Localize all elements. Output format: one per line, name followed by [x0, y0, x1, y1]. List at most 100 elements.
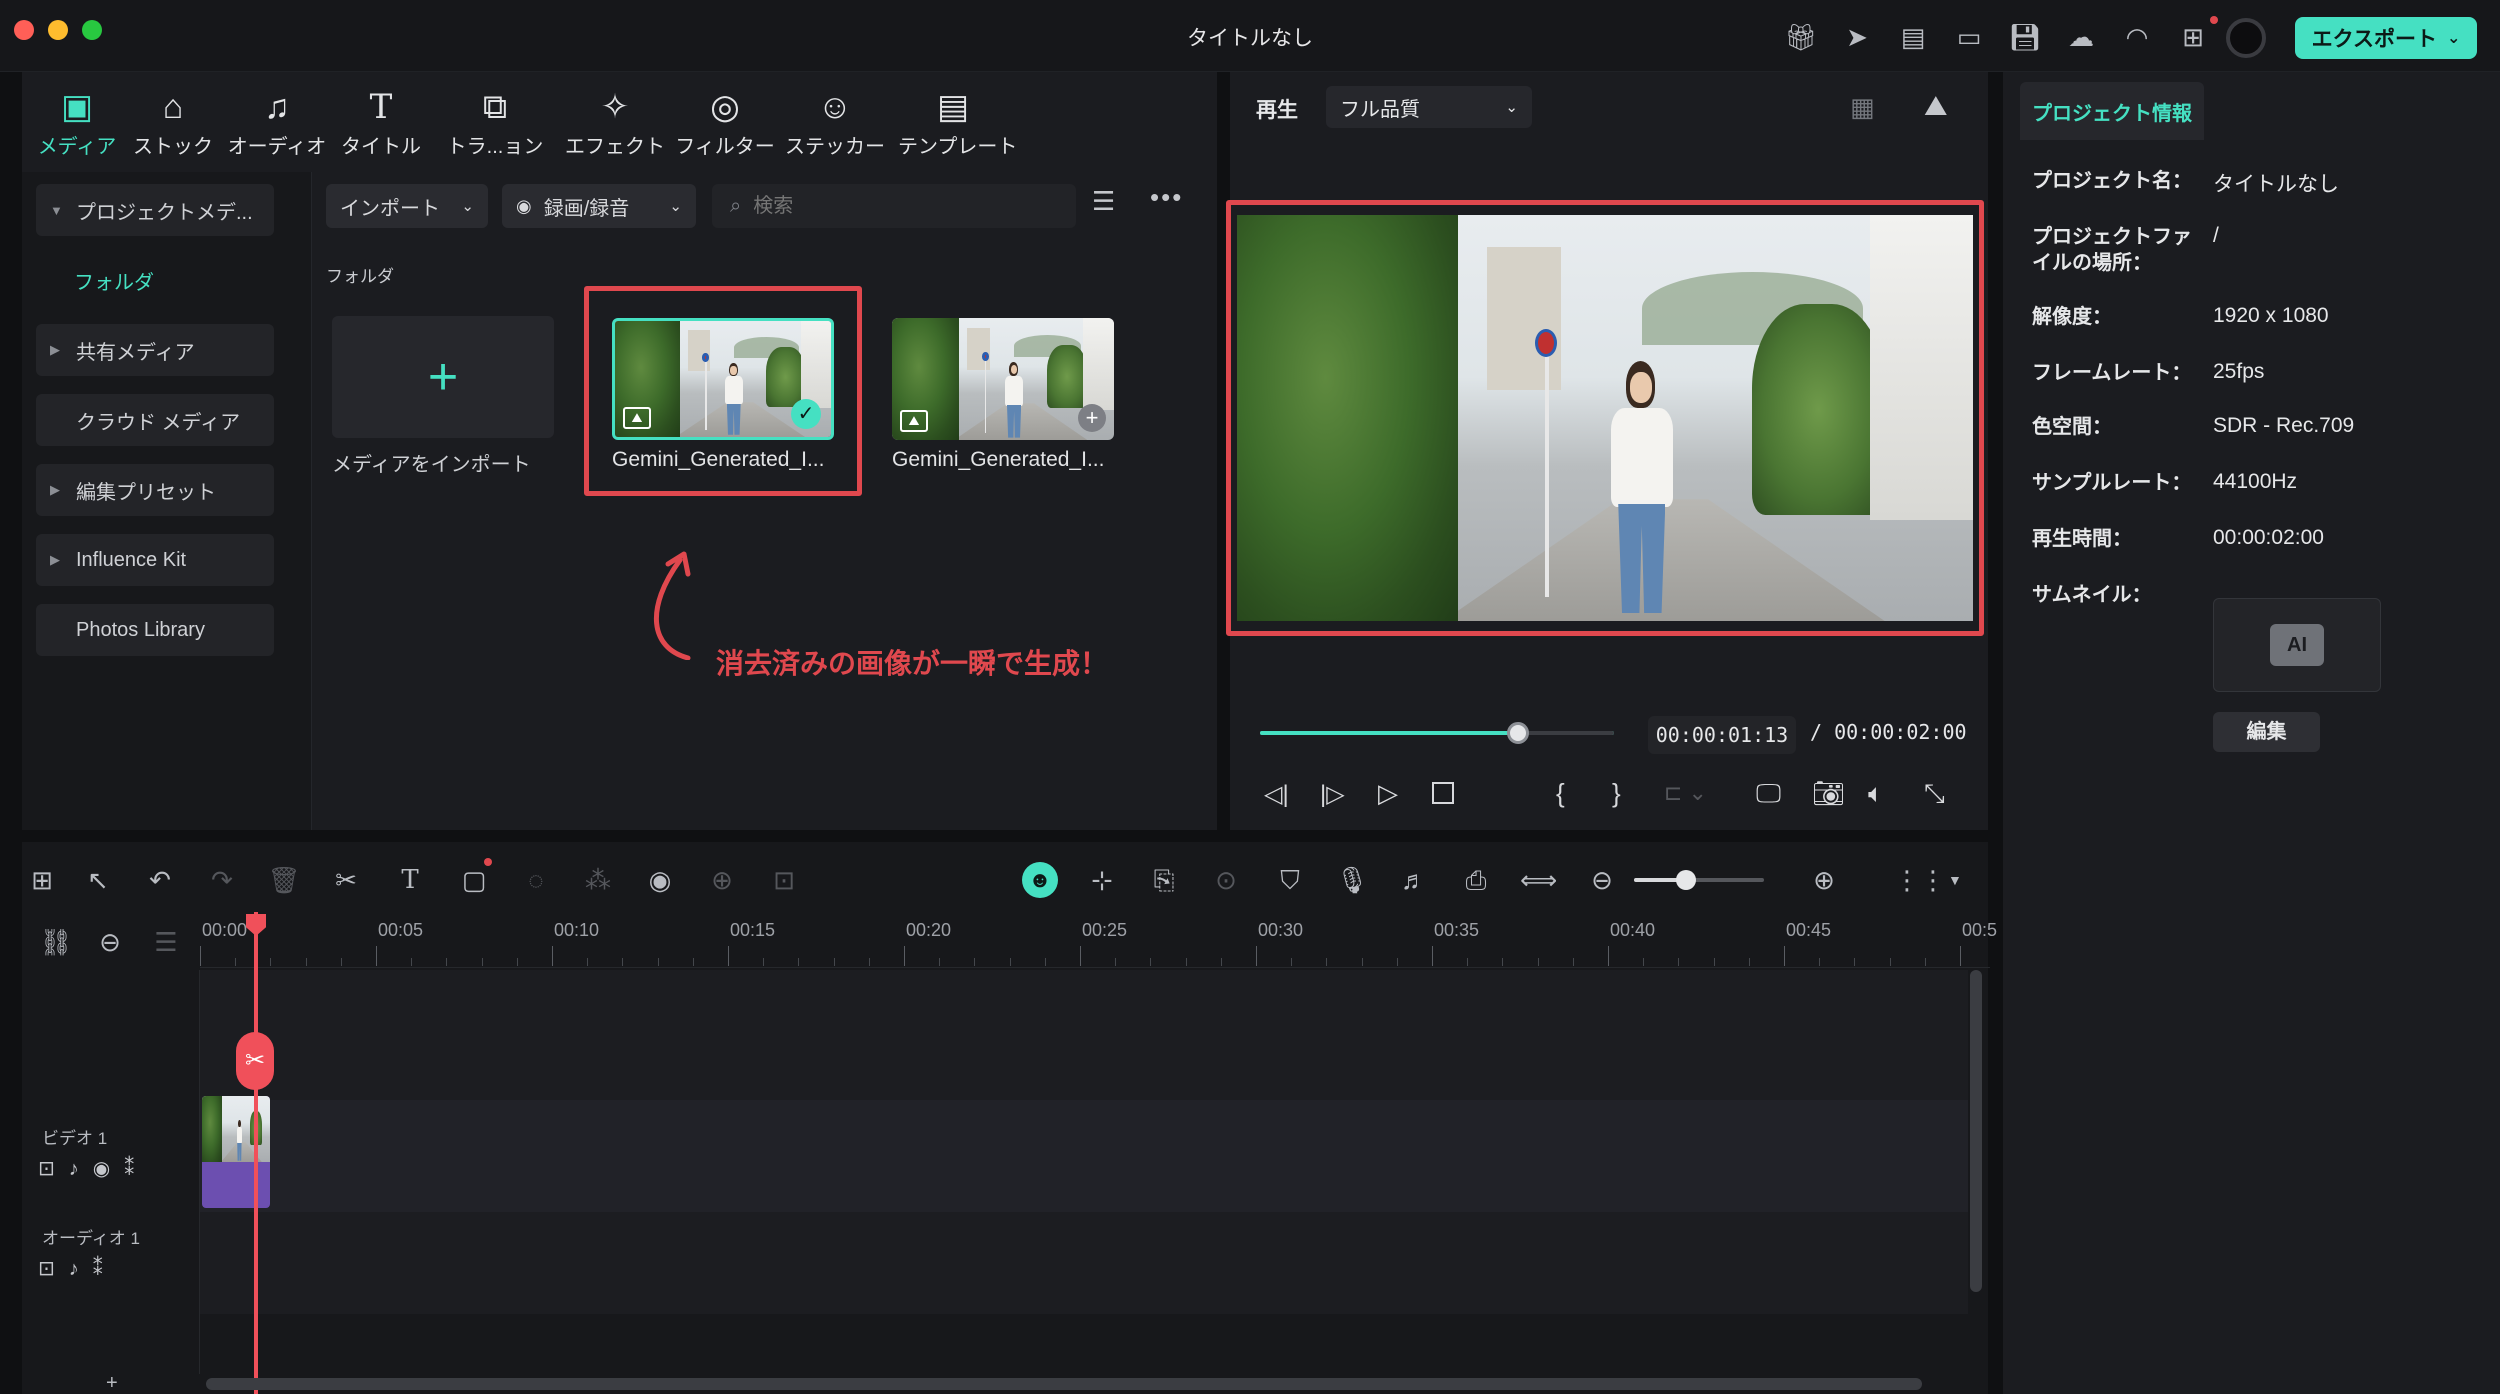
sidebar-item-cloud-media[interactable]: クラウド メディア	[36, 394, 274, 446]
search-input[interactable]	[753, 194, 1034, 218]
video-track-lane[interactable]	[200, 1100, 1968, 1212]
vertical-scrollbar[interactable]	[1970, 970, 1982, 1292]
play-icon[interactable]: ▷	[1378, 778, 1398, 809]
grid-view-icon[interactable]: ▦	[1850, 92, 1875, 123]
layout-grid-icon[interactable]: ⊞	[24, 862, 60, 898]
volume-icon[interactable]: ♪	[69, 1158, 93, 1180]
gift-icon[interactable]: 🎁︎	[1784, 20, 1818, 54]
volume-icon[interactable]: 🔈︎	[1868, 778, 1884, 810]
prev-frame-icon[interactable]: ◁|	[1264, 780, 1289, 809]
export-button[interactable]: エクスポート ⌄	[2295, 17, 2477, 59]
more-options-icon[interactable]: •••	[1150, 182, 1183, 213]
undo-icon[interactable]: ↶	[142, 862, 178, 898]
tab-sticker[interactable]: ☺ ステッカー	[780, 84, 890, 164]
avatar[interactable]	[2226, 18, 2266, 58]
mark-out-icon[interactable]: }	[1612, 778, 1621, 809]
add-track-button[interactable]: +	[106, 1372, 118, 1394]
ruler-tick-label: 00:30	[1258, 920, 1304, 940]
chain-icon[interactable]: ⊖	[92, 924, 128, 960]
media-thumbnail-selected[interactable]: ⛰ ✓	[612, 318, 834, 440]
zoom-window-button[interactable]	[82, 20, 102, 40]
filter-sort-icon[interactable]: ☰	[1092, 186, 1115, 217]
magic-icon[interactable]: ⁑	[93, 1258, 117, 1280]
lock-icon[interactable]: ⊡	[38, 1158, 69, 1180]
sidebar-item-photos-library[interactable]: Photos Library	[36, 604, 274, 656]
stop-icon[interactable]	[1432, 782, 1454, 804]
magic-icon[interactable]: ⁑	[124, 1158, 148, 1180]
lock-icon[interactable]: ⊡	[38, 1258, 69, 1280]
sidebar-item-influence-kit[interactable]: ▶ Influence Kit	[36, 534, 274, 586]
camera-icon[interactable]: 📷︎	[1812, 778, 1845, 809]
edit-thumbnail-button[interactable]: 編集	[2213, 712, 2320, 752]
minimize-window-button[interactable]	[48, 20, 68, 40]
tab-title[interactable]: T タイトル	[326, 84, 436, 164]
video-clip[interactable]	[202, 1096, 270, 1208]
display-icon[interactable]: 🖵︎	[1756, 778, 1781, 810]
media-library-icon[interactable]: ▤	[1896, 20, 1930, 54]
add-to-timeline-icon[interactable]: +	[1078, 404, 1106, 432]
headset-icon[interactable]: ◠	[2120, 20, 2154, 54]
preview-viewer[interactable]	[1226, 200, 1984, 636]
zoom-in-icon[interactable]: ⊕	[1806, 862, 1842, 898]
sidebar-item-shared-media[interactable]: ▶ 共有メディア	[36, 324, 274, 376]
playhead-line[interactable]	[254, 912, 258, 1394]
close-window-button[interactable]	[14, 20, 34, 40]
sidebar-item-project-media[interactable]: ▼ プロジェクトメデ...	[36, 184, 274, 236]
fit-icon[interactable]: ⟺	[1520, 862, 1557, 898]
eye-icon[interactable]: ◉	[93, 1158, 124, 1180]
screenshot-icon[interactable]: ⎘	[1146, 862, 1182, 898]
text-tool-icon[interactable]: T	[392, 862, 428, 898]
tab-stock[interactable]: ⌂ ストック	[118, 84, 228, 164]
cloud-upload-icon[interactable]: ☁	[2064, 20, 2098, 54]
ai-assistant-icon[interactable]: ☻	[1022, 862, 1058, 898]
media-thumbnail[interactable]: ⛰ +	[892, 318, 1114, 440]
music-list-icon[interactable]: ♬	[1396, 862, 1432, 898]
mark-in-icon[interactable]: {	[1556, 778, 1565, 809]
auto-reframe-icon[interactable]: ⊹	[1084, 862, 1120, 898]
tab-template[interactable]: ▤ テンプレート	[898, 84, 1017, 164]
record-dropdown[interactable]: ◉ 録画/録音 ⌄	[502, 184, 696, 228]
scissors-icon[interactable]: ✂	[236, 1032, 274, 1090]
caret-down-icon[interactable]: ▼	[1948, 872, 1962, 888]
tab-filter[interactable]: ◎ フィルター	[670, 84, 780, 164]
link-icon[interactable]: ⛓	[38, 924, 74, 960]
microphone-icon[interactable]: 🎙︎	[1334, 862, 1370, 898]
ruler-minor-tick	[516, 958, 518, 966]
view-options-icon[interactable]: ⋮⋮	[1894, 862, 1946, 898]
current-time[interactable]: 00:00:01:13	[1648, 716, 1796, 754]
tab-effect[interactable]: ✧ エフェクト	[560, 84, 670, 164]
sidebar-item-folder[interactable]: フォルダ	[74, 266, 154, 295]
tab-project-info[interactable]: プロジェクト情報	[2020, 82, 2204, 140]
zoom-out-icon[interactable]: ⊖	[1584, 862, 1620, 898]
import-media-tile[interactable]: +	[332, 316, 554, 438]
quality-dropdown[interactable]: フル品質 ⌄	[1326, 86, 1532, 128]
horizontal-scrollbar[interactable]	[206, 1378, 1922, 1390]
next-frame-icon[interactable]: |▷	[1320, 780, 1345, 809]
tab-media[interactable]: ▣ メディア	[22, 84, 132, 164]
sticker-tool-icon: ⊕	[711, 865, 733, 895]
progress-track[interactable]	[1260, 731, 1614, 735]
save-icon[interactable]: 💾︎	[2008, 20, 2042, 54]
apps-grid-icon[interactable]: ⊞	[2176, 20, 2210, 54]
sidebar-item-label: 編集プリセット	[76, 481, 216, 504]
snapshot-view-icon[interactable]: ⛰	[1924, 90, 1948, 123]
crop-icon[interactable]: ▢	[456, 862, 492, 898]
select-tool-icon[interactable]: ↖	[80, 862, 116, 898]
cut-icon[interactable]: ✂	[328, 862, 364, 898]
shield-icon[interactable]: ⛉	[1272, 862, 1308, 898]
audio-track-lane[interactable]	[200, 1212, 1968, 1314]
annotation-text: 消去済みの画像が一瞬で生成！	[716, 648, 1109, 679]
import-dropdown[interactable]: インポート ⌄	[326, 184, 488, 228]
tab-transition[interactable]: ⧉ トラ...ョン	[440, 84, 550, 164]
sidebar-item-edit-presets[interactable]: ▶ 編集プリセット	[36, 464, 274, 516]
tab-playback[interactable]: 再生	[1256, 94, 1298, 124]
thumbnail-box[interactable]: AI	[2213, 598, 2381, 692]
tab-audio[interactable]: ♫ オーディオ	[222, 84, 332, 164]
volume-icon[interactable]: ♪	[69, 1258, 93, 1280]
ai-tool-icon[interactable]: ◉	[642, 862, 678, 898]
zoom-knob[interactable]	[1676, 870, 1696, 890]
fullscreen-icon[interactable]: ⤡	[1924, 778, 1945, 810]
send-icon[interactable]: ➤	[1840, 20, 1874, 54]
clip-settings-icon[interactable]: ⎙	[1458, 862, 1494, 898]
layout-icon[interactable]: ▭	[1952, 20, 1986, 54]
